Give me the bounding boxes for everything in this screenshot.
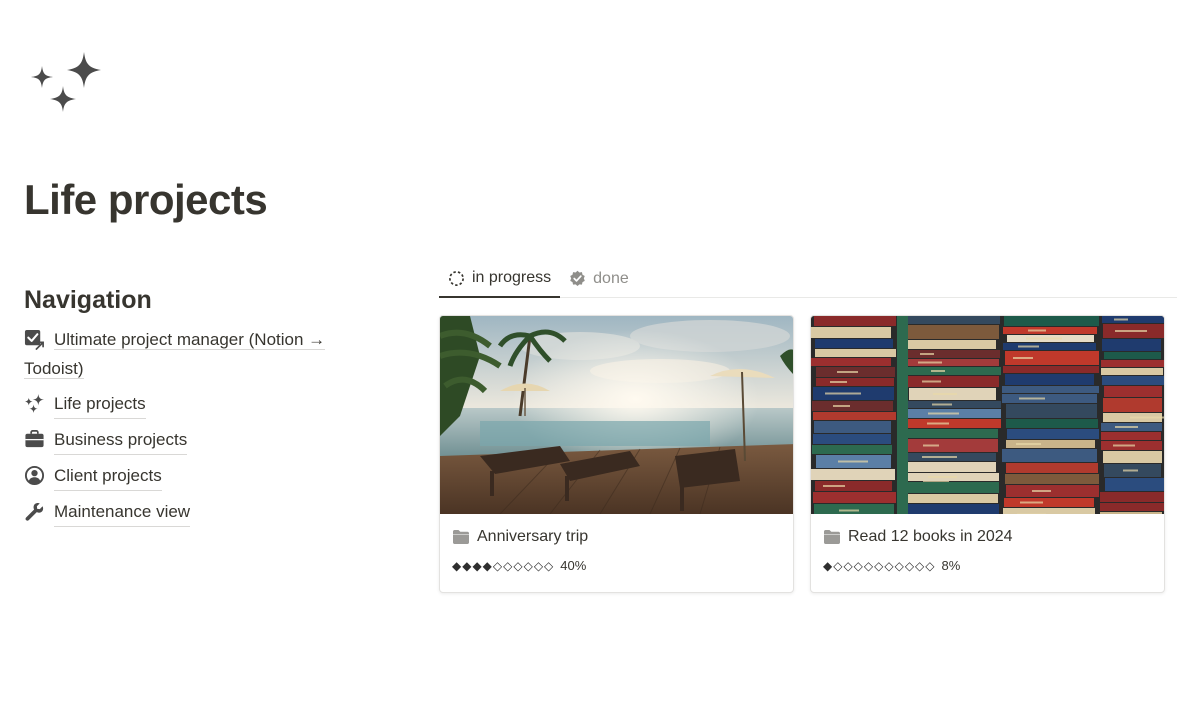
dashed-circle-icon	[449, 270, 464, 286]
card-title-row: Anniversary trip	[452, 526, 781, 548]
gallery-view: Anniversary trip ◆◆◆◆◇◇◇◇◇◇ 40% Read 12 …	[439, 315, 1165, 593]
progress-percent: 8%	[941, 558, 961, 573]
card-title-row: Read 12 books in 2024	[823, 526, 1152, 548]
folder-icon	[453, 530, 469, 544]
tab-label: in progress	[472, 269, 552, 286]
card-title: Read 12 books in 2024	[848, 528, 1013, 545]
page-title: Life projects	[24, 176, 268, 223]
briefcase-icon	[24, 425, 48, 454]
card-title: Anniversary trip	[477, 528, 589, 545]
tropical-pool-photo	[440, 316, 793, 514]
nav-item-life-projects[interactable]: Life projects	[24, 389, 384, 419]
progress-bar: ◆◇◇◇◇◇◇◇◇◇◇	[823, 558, 936, 573]
tab-label: done	[593, 269, 629, 287]
nav-item-business-projects[interactable]: Business projects	[24, 425, 384, 455]
verified-check-icon	[570, 270, 585, 287]
stacked-books-photo	[811, 316, 1164, 514]
page-sparkles-icon[interactable]	[28, 50, 106, 120]
user-circle-icon	[24, 461, 48, 490]
navigation-section: Navigation Ultimate project manager (Not…	[24, 286, 384, 533]
folder-icon	[824, 530, 840, 544]
project-card-read-12-books[interactable]: Read 12 books in 2024 ◆◇◇◇◇◇◇◇◇◇◇ 8%	[810, 315, 1165, 593]
tab-in-progress[interactable]: in progress	[439, 260, 561, 298]
progress-property: ◆◇◇◇◇◇◇◇◇◇◇ 8%	[823, 558, 1152, 573]
view-tabs: in progress done	[439, 260, 1177, 298]
nav-item-ultimate-project-manager[interactable]: Ultimate project manager (Notion → Todoi…	[24, 325, 384, 383]
progress-percent: 40%	[560, 558, 587, 573]
project-card-anniversary-trip[interactable]: Anniversary trip ◆◆◆◆◇◇◇◇◇◇ 40%	[439, 315, 794, 593]
nav-item-label[interactable]: Business projects	[54, 425, 188, 455]
tab-done[interactable]: done	[560, 260, 638, 297]
nav-item-maintenance-view[interactable]: Maintenance view	[24, 497, 384, 527]
nav-item-label[interactable]: Ultimate project manager (Notion → Todoi…	[24, 330, 326, 379]
wrench-icon	[24, 497, 48, 526]
navigation-heading: Navigation	[24, 286, 152, 314]
sparkles-icon	[24, 389, 48, 418]
nav-item-client-projects[interactable]: Client projects	[24, 461, 384, 491]
progress-property: ◆◆◆◆◇◇◇◇◇◇ 40%	[452, 558, 781, 573]
navigation-list: Ultimate project manager (Notion → Todoi…	[24, 325, 384, 527]
nav-item-label[interactable]: Maintenance view	[54, 497, 191, 527]
checkbox-arrow-icon	[24, 325, 48, 354]
progress-bar: ◆◆◆◆◇◇◇◇◇◇	[452, 558, 555, 573]
nav-item-label[interactable]: Client projects	[54, 461, 162, 491]
nav-item-label[interactable]: Life projects	[54, 389, 146, 419]
